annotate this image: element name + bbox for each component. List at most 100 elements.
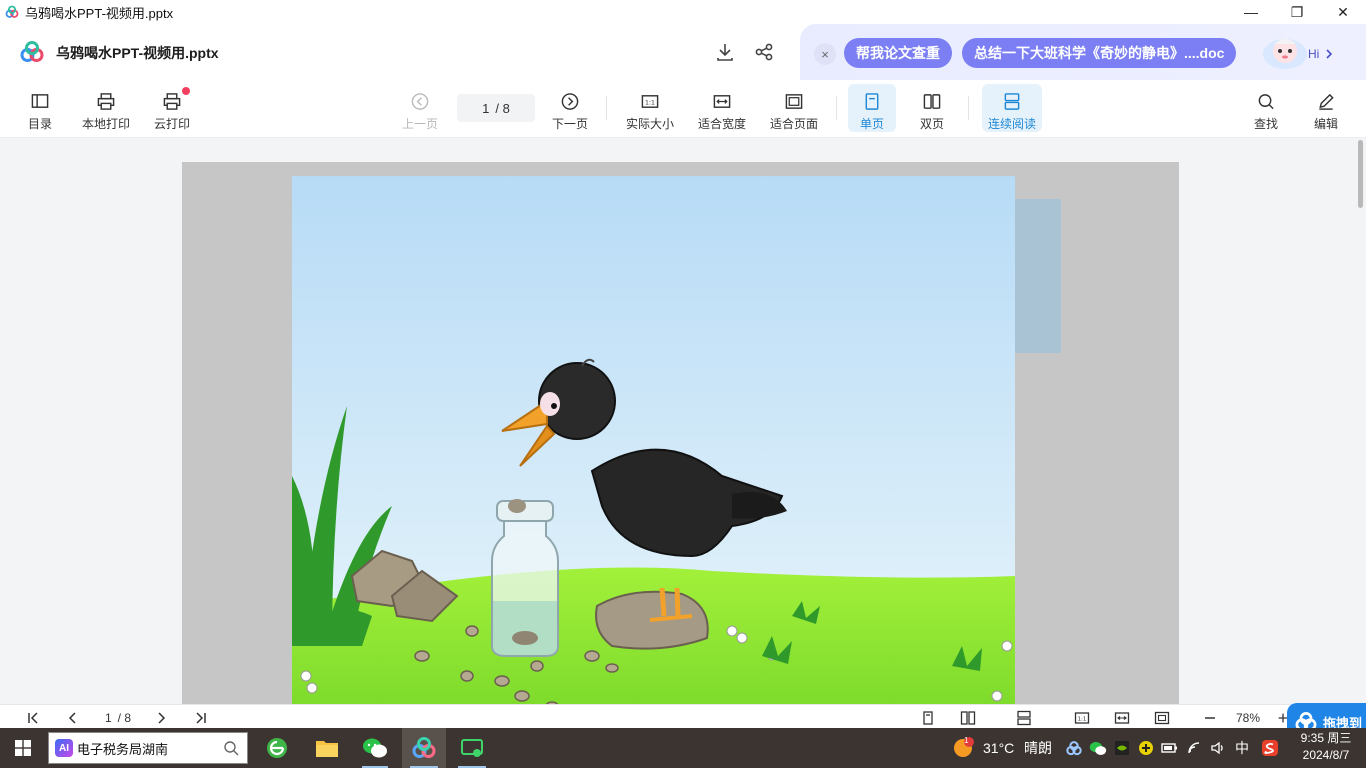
fit-width-button[interactable]: 适合宽度	[694, 84, 750, 132]
chevron-left-circle-icon	[411, 93, 429, 110]
taskbar-screen-app[interactable]	[450, 728, 494, 768]
ime-indicator[interactable]: 中	[1235, 728, 1249, 768]
document-title: 乌鸦喝水PPT-视频用.pptx	[56, 45, 219, 61]
tray-volume[interactable]	[1208, 728, 1228, 768]
folder-icon	[316, 741, 338, 757]
double-page-small-button[interactable]	[958, 708, 978, 728]
fit-page-label: 适合页面	[769, 117, 818, 131]
tray-wifi[interactable]	[1186, 728, 1206, 768]
maximize-button[interactable]: ❐	[1274, 0, 1320, 24]
continuous-reading-button[interactable]: 连续阅读	[982, 84, 1042, 132]
app-header: 乌鸦喝水PPT-视频用.pptx × 帮我论文查重 总结一下大班科学《奇妙的静电…	[0, 24, 1366, 80]
crow-drinking-water-illustration	[292, 176, 1015, 704]
taskbar-file-explorer[interactable]	[306, 728, 348, 768]
close-button[interactable]: ✕	[1320, 0, 1366, 24]
edit-button[interactable]: 编辑	[1306, 84, 1346, 132]
last-page-button[interactable]	[192, 708, 210, 728]
sun-icon	[954, 737, 974, 757]
zoom-level[interactable]: 78%	[1228, 708, 1268, 728]
vertical-scrollbar[interactable]	[1356, 138, 1366, 704]
ai-panel-close-button[interactable]: ×	[814, 43, 836, 65]
svg-text:1:1: 1:1	[645, 99, 655, 106]
continuous-reading-label: 连续阅读	[987, 117, 1036, 131]
single-page-button[interactable]: 单页	[848, 84, 896, 132]
prev-page-button[interactable]: 上一页	[398, 84, 442, 132]
clock-date: 2024/8/7	[1302, 748, 1350, 762]
toc-button[interactable]: 目录	[22, 84, 58, 132]
single-page-small-button[interactable]	[918, 708, 938, 728]
tray-battery[interactable]	[1160, 728, 1180, 768]
chevron-right-icon	[1326, 49, 1333, 59]
page-indicator[interactable]: 1 / 8	[96, 708, 140, 728]
zoom-out-button[interactable]	[1200, 708, 1220, 728]
single-page-icon	[923, 711, 933, 725]
next-page-small-button[interactable]	[152, 708, 170, 728]
double-page-button[interactable]: 双页	[908, 84, 956, 132]
taskbar-edge-browser[interactable]	[256, 728, 298, 768]
nvidia-icon	[1115, 741, 1129, 755]
minus-icon	[1205, 717, 1215, 719]
ai-suggestion-chip[interactable]: 总结一下大班科学《奇妙的静电》....doc	[962, 38, 1237, 68]
single-page-label: 单页	[859, 117, 884, 131]
ai-badge-icon: AI	[55, 739, 73, 757]
document-viewport[interactable]	[0, 138, 1356, 704]
weather-temp[interactable]: 31°C	[983, 728, 1014, 768]
taskbar-wechat[interactable]	[354, 728, 396, 768]
tray-wechat[interactable]	[1088, 728, 1108, 768]
actual-size-small-button[interactable]: 1:1	[1072, 708, 1092, 728]
download-icon[interactable]	[714, 41, 736, 63]
weather-icon-button[interactable]	[950, 728, 976, 768]
pencil-icon	[1319, 93, 1334, 110]
minimize-button[interactable]: —	[1228, 0, 1274, 24]
slide-image	[292, 176, 1015, 704]
document-page	[182, 162, 1179, 704]
prev-page-small-button[interactable]	[64, 708, 82, 728]
cloud-print-label: 云打印	[153, 117, 190, 131]
fit-width-small-button[interactable]	[1112, 708, 1132, 728]
fit-page-button[interactable]: 适合页面	[766, 84, 822, 132]
taskbar-document-app[interactable]	[402, 728, 446, 768]
toolbar-divider	[968, 96, 969, 120]
app-logo-icon	[20, 41, 44, 62]
page-total-small: / 8	[117, 711, 132, 725]
next-page-button[interactable]: 下一页	[548, 84, 592, 132]
fit-page-icon	[785, 94, 803, 109]
page-current: 1	[482, 100, 490, 116]
assistant-hi-link[interactable]: Hi	[1308, 43, 1348, 65]
cloud-printer-icon	[163, 93, 181, 110]
prev-page-label: 上一页	[401, 117, 438, 131]
continuous-small-button[interactable]	[1014, 708, 1034, 728]
taskbar-search-box[interactable]: AI 电子税务局湖南	[48, 732, 248, 764]
app-logo-icon	[5, 5, 19, 18]
actual-size-icon: 1:1	[641, 95, 659, 108]
tray-sogou[interactable]	[1258, 728, 1282, 768]
fit-width-icon	[713, 95, 731, 108]
tray-nvidia[interactable]	[1112, 728, 1132, 768]
find-button[interactable]: 查找	[1246, 84, 1286, 132]
tray-document-app[interactable]	[1064, 728, 1084, 768]
fit-page-small-button[interactable]	[1152, 708, 1172, 728]
scrollbar-thumb[interactable]	[1358, 140, 1363, 208]
weather-text[interactable]: 晴朗	[1024, 728, 1052, 768]
page-number-input[interactable]: 1 / 8	[457, 94, 535, 122]
local-print-label: 本地打印	[81, 117, 130, 131]
assistant-avatar-icon[interactable]	[1260, 32, 1310, 72]
toolbar-divider	[836, 96, 837, 120]
last-page-icon	[196, 712, 206, 724]
actual-size-icon: 1:1	[1074, 712, 1090, 724]
bottom-navigation-bar: 1 / 8 1:1 78%	[0, 704, 1366, 730]
local-print-button[interactable]: 本地打印	[80, 84, 132, 132]
ai-suggestion-chip[interactable]: 帮我论文查重	[844, 38, 952, 68]
page-current-small: 1	[104, 711, 112, 725]
first-page-button[interactable]	[24, 708, 42, 728]
sogou-ime-icon	[1262, 740, 1278, 756]
tray-add-app[interactable]	[1136, 728, 1156, 768]
actual-size-button[interactable]: 1:1 实际大小	[622, 84, 678, 132]
system-clock[interactable]: 9:35 周三 2024/8/7	[1294, 730, 1358, 764]
continuous-reading-icon	[1004, 93, 1020, 110]
double-page-icon	[960, 711, 976, 725]
double-page-icon	[923, 94, 941, 109]
start-button[interactable]	[0, 728, 46, 768]
share-icon[interactable]	[753, 41, 775, 63]
app-logo-icon	[412, 737, 436, 758]
